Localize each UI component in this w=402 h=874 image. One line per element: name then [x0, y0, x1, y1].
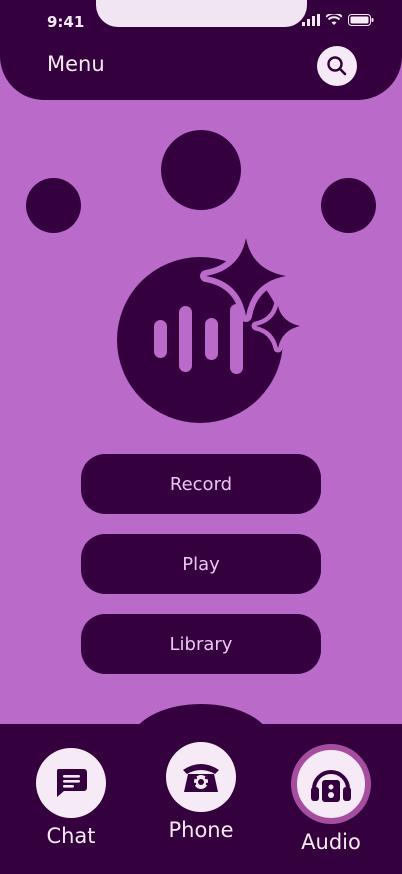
device-notch — [96, 0, 307, 27]
chat-icon — [56, 769, 87, 797]
headphones-audio-icon — [311, 770, 351, 802]
nav-phone-circle[interactable] — [166, 742, 236, 812]
search-icon — [327, 56, 347, 76]
search-button[interactable] — [317, 46, 357, 86]
record-button[interactable]: Record — [81, 454, 321, 514]
nav-item-chat[interactable]: Chat — [36, 748, 106, 848]
wifi-icon — [326, 14, 342, 25]
nav-item-phone[interactable]: Phone — [166, 742, 236, 842]
decor-circle-center — [161, 130, 241, 210]
nav-item-audio[interactable]: Audio — [291, 744, 371, 854]
nav-audio-circle-active[interactable] — [291, 744, 371, 824]
library-button[interactable]: Library — [81, 614, 321, 674]
status-icons — [302, 14, 374, 26]
decor-circle-left — [26, 178, 81, 233]
play-button[interactable]: Play — [81, 534, 321, 594]
nav-label-chat: Chat — [46, 824, 96, 848]
nav-label-audio: Audio — [301, 830, 361, 854]
rotary-phone-icon — [183, 764, 219, 792]
nav-label-phone: Phone — [168, 818, 234, 842]
nav-chat-circle[interactable] — [36, 748, 106, 818]
status-time: 9:41 — [47, 13, 85, 31]
menu-title[interactable]: Menu — [47, 52, 105, 76]
decor-circle-right — [321, 178, 376, 233]
signal-icon — [302, 14, 320, 26]
battery-icon — [348, 14, 374, 26]
ai-audio-hero-icon — [117, 238, 305, 423]
